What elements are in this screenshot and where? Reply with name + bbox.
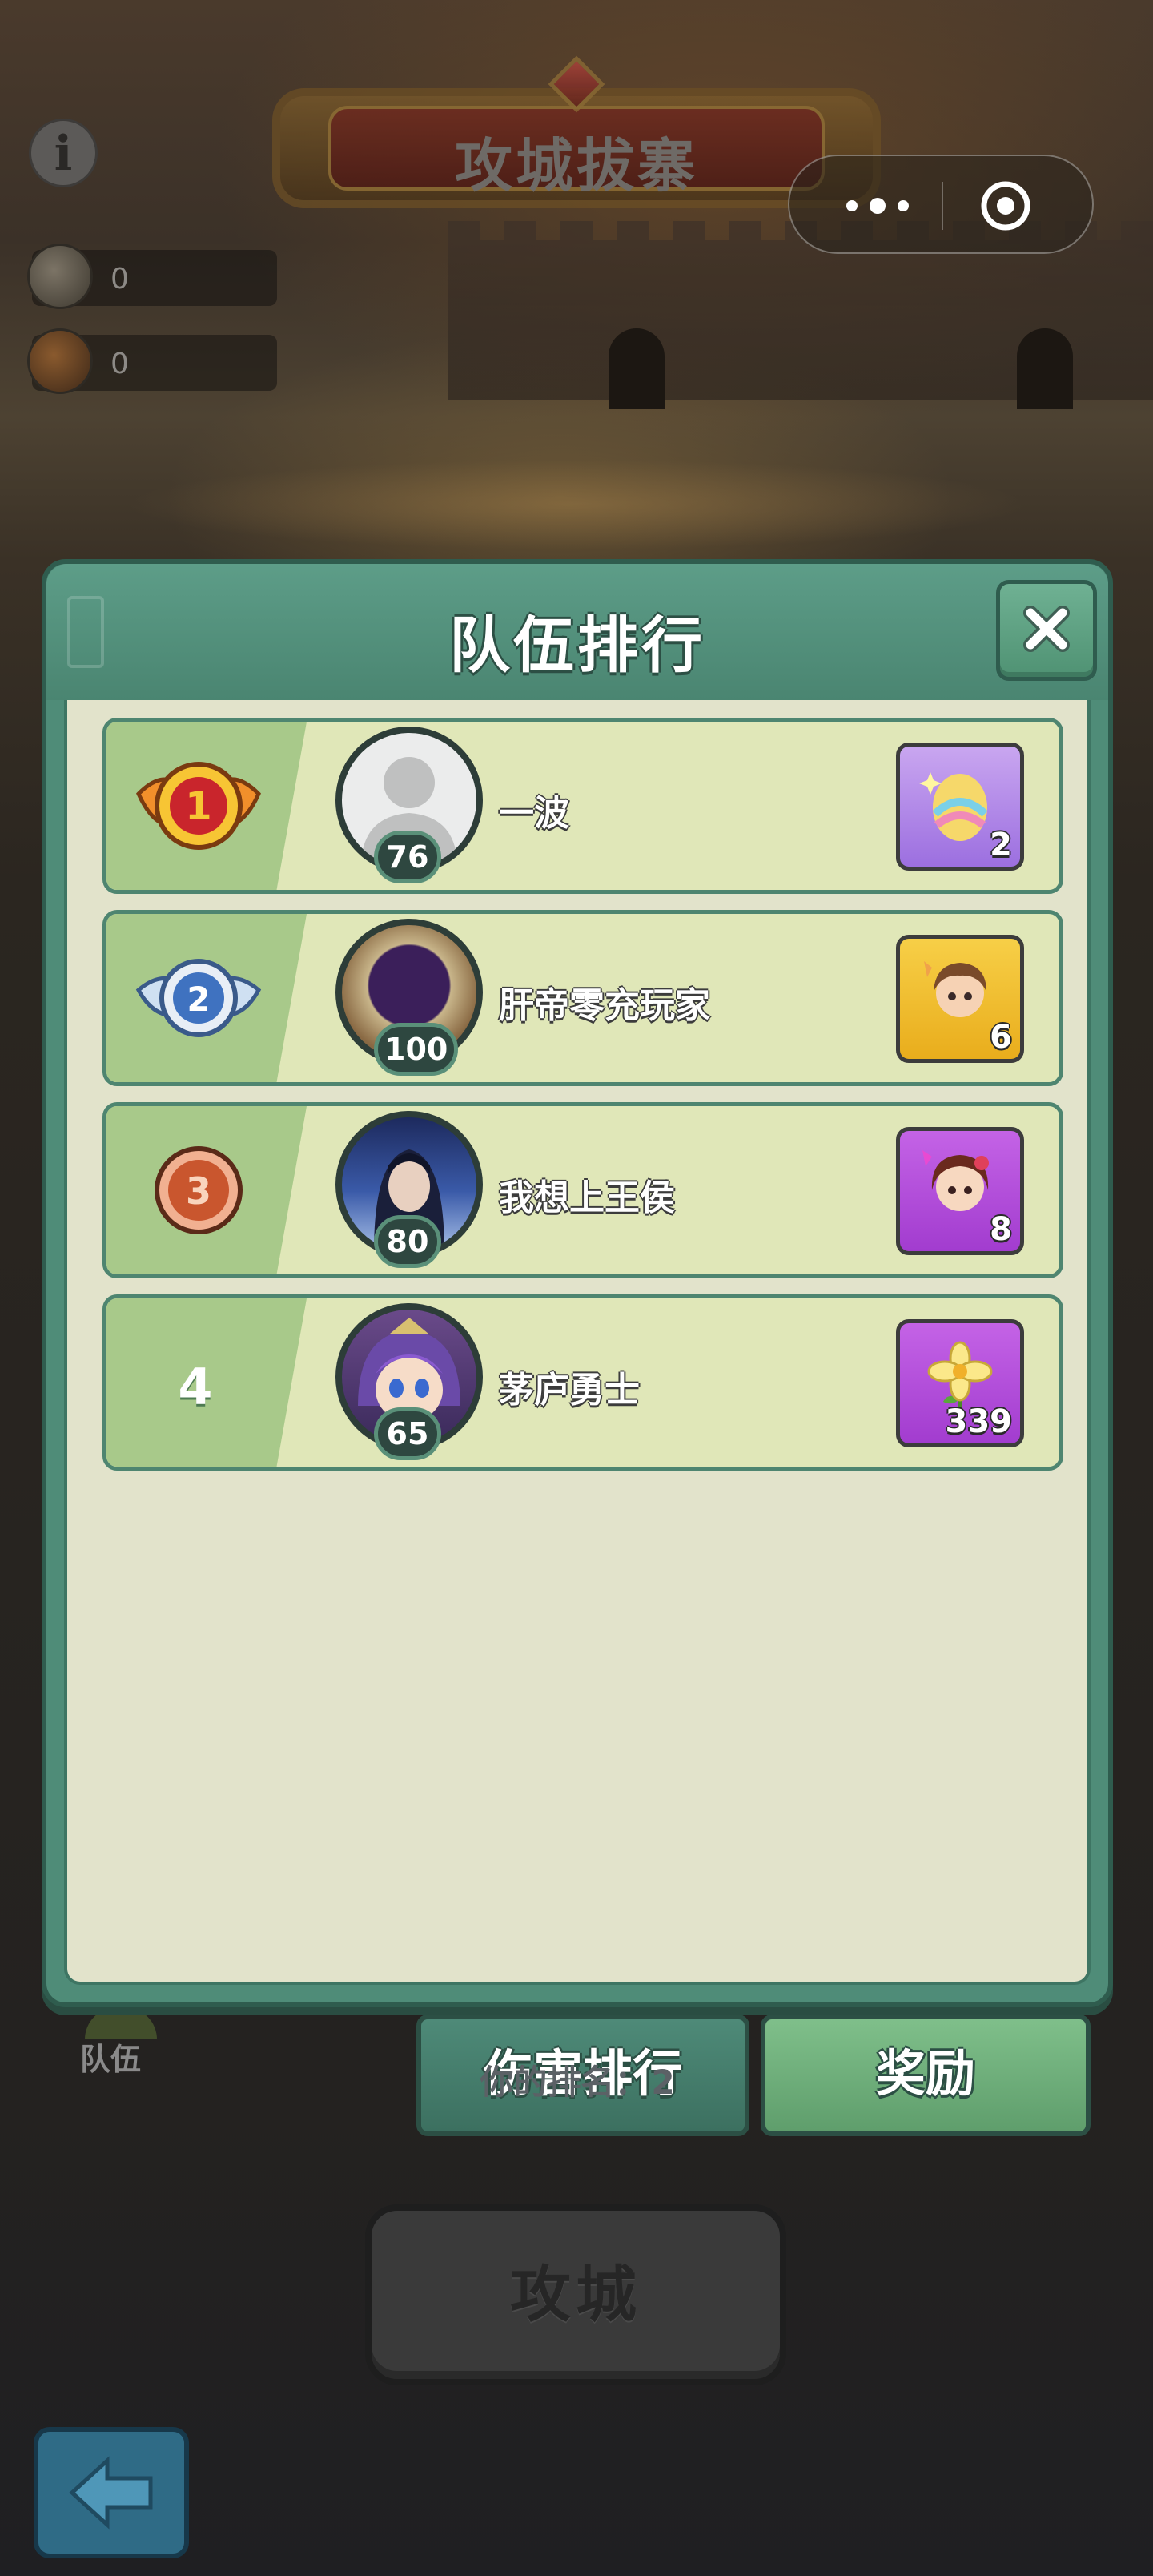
bronze-medal-icon: 3 [155,1146,243,1234]
your-rank-value: 2 [651,2063,675,2102]
close-miniprogram-icon[interactable] [980,180,1031,231]
close-button[interactable] [996,580,1097,681]
reward-quantity: 339 [945,1403,1013,1440]
level-badge: 65 [374,1407,441,1460]
player-name: 肝帝零充玩家 [499,985,710,1026]
resource-value: 0 [110,348,129,380]
team-ranking-panel: 队伍排行 1 76 一波 2 2 100 肝帝零充玩家 6 3 80 我想上王侯… [42,559,1113,2102]
more-icon[interactable] [838,188,918,223]
level-badge: 76 [374,831,441,883]
scroll-icon [27,328,93,394]
your-rank-label: 你的排名： [480,2063,649,2102]
level-badge: 100 [374,1023,459,1076]
reward-slot[interactable]: 8 [896,1127,1024,1255]
reward-quantity: 6 [990,1019,1012,1056]
reward-slot[interactable]: 339 [896,1319,1024,1447]
your-rank: 你的排名：2 [67,2055,1087,2104]
back-button[interactable] [34,2427,189,2558]
stone-icon [27,244,93,309]
info-icon[interactable]: i [29,119,98,187]
castle-gate [609,328,665,409]
player-name: 茅庐勇士 [499,1370,640,1411]
battlefield-ground [0,449,1153,561]
reward-quantity: 2 [990,827,1012,863]
attack-city-label: 攻城 [510,2259,641,2330]
back-arrow-icon [69,2456,153,2530]
ranking-row[interactable]: 2 100 肝帝零充玩家 6 [102,910,1063,1086]
gold-medal-icon: 1 [136,762,261,850]
player-name: 我想上王侯 [499,1177,675,1218]
attack-city-button[interactable]: 攻城 [365,2204,786,2385]
ranking-row[interactable]: 4 65 茅庐勇士 339 [102,1294,1063,1471]
silver-medal-icon: 2 [135,959,262,1037]
svg-text:2: 2 [187,980,210,1019]
reward-slot[interactable]: 2 [896,743,1024,871]
reward-slot[interactable]: 6 [896,935,1024,1063]
panel-header: 队伍排行 [46,564,1108,700]
ranking-row[interactable]: 3 80 我想上王侯 8 [102,1102,1063,1278]
panel-body: 1 76 一波 2 2 100 肝帝零充玩家 6 3 80 我想上王侯 8 4 … [64,700,1091,2102]
close-icon [1023,606,1070,652]
miniprogram-capsule [788,155,1094,254]
svg-text:3: 3 [186,1169,211,1213]
panel-title: 队伍排行 [449,610,705,681]
player-name: 一波 [499,793,569,834]
reward-quantity: 8 [990,1211,1012,1248]
level-badge: 80 [374,1215,441,1268]
rank-number: 4 [178,1358,213,1416]
svg-text:1: 1 [185,784,211,829]
ranking-row[interactable]: 1 76 一波 2 [102,718,1063,894]
castle-gate [1017,328,1073,409]
resource-bar-scroll: 0 [27,328,277,394]
capsule-divider [942,182,943,230]
resource-value: 0 [110,263,129,296]
resource-bar-stone: 0 [27,244,277,309]
